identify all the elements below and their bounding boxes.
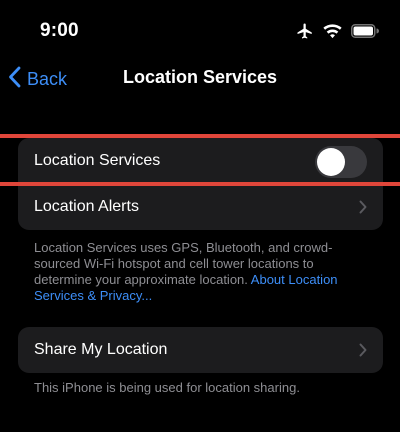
- highlight-line-bottom: [0, 182, 400, 186]
- chevron-right-icon: [359, 200, 367, 219]
- airplane-icon: [296, 22, 314, 40]
- share-location-group: Share My Location: [18, 327, 383, 373]
- highlight-line-top: [0, 134, 400, 138]
- page-title: Location Services: [122, 67, 278, 87]
- location-services-description: Location Services uses GPS, Bluetooth, a…: [34, 240, 364, 304]
- location-alerts-row[interactable]: Location Alerts: [18, 184, 383, 230]
- share-my-location-label: Share My Location: [34, 341, 168, 358]
- chevron-right-icon: [359, 343, 367, 362]
- status-icons: [296, 22, 379, 40]
- screen: 9:00 Back Location Services Location Ser…: [0, 0, 400, 432]
- share-my-location-row[interactable]: Share My Location: [18, 327, 383, 373]
- battery-icon: [351, 24, 379, 38]
- location-services-toggle[interactable]: [315, 146, 367, 178]
- share-footnote: This iPhone is being used for location s…: [34, 380, 300, 395]
- nav-bar: Back Location Services: [0, 58, 400, 98]
- wifi-icon: [323, 23, 342, 39]
- status-time: 9:00: [40, 20, 79, 41]
- status-bar: 9:00: [0, 0, 400, 58]
- toggle-knob: [317, 148, 345, 176]
- location-alerts-label: Location Alerts: [34, 198, 139, 215]
- location-services-row: Location Services: [18, 138, 383, 184]
